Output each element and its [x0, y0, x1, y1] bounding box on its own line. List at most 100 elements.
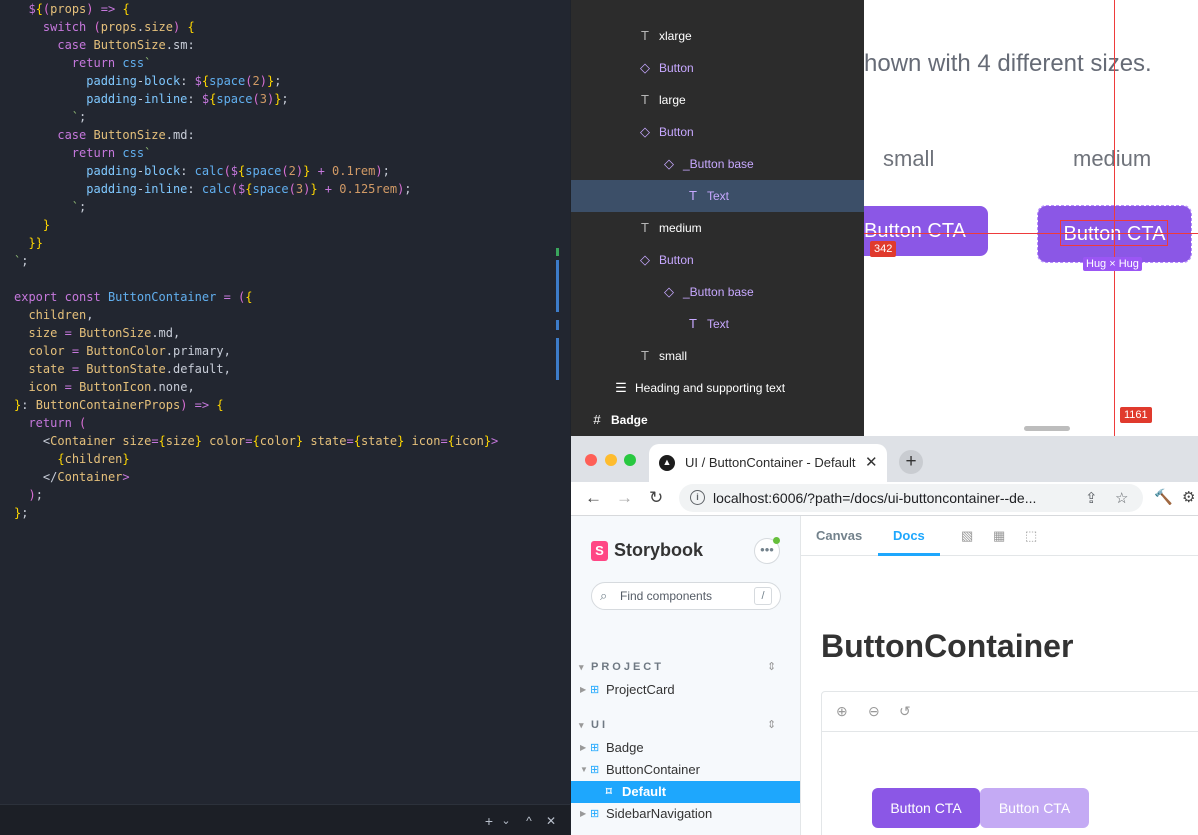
code-line[interactable]: children, [0, 306, 560, 324]
tab-title: UI / ButtonContainer - Default [685, 455, 856, 470]
code-line[interactable]: }} [0, 234, 560, 252]
canvas-heading-text: hown with 4 different sizes. [864, 50, 1152, 77]
code-line[interactable]: size = ButtonSize.md, [0, 324, 560, 342]
code-line[interactable]: ); [0, 486, 560, 504]
code-line[interactable]: return ( [0, 414, 560, 432]
minimize-window-button[interactable] [605, 454, 617, 466]
page-title: ButtonContainer [821, 628, 1074, 664]
tab-docs[interactable]: Docs [878, 516, 940, 556]
code-line[interactable]: export const ButtonContainer = ({ [0, 288, 560, 306]
expand-collapse-icon[interactable]: ⇕ [767, 660, 776, 673]
layer-row[interactable]: ◇ Button [571, 52, 864, 84]
reload-icon[interactable]: ↻ [649, 488, 663, 508]
canvas-scrollbar[interactable] [1024, 426, 1070, 431]
tab-canvas[interactable]: Canvas [816, 516, 862, 556]
layer-row[interactable]: T Text [571, 308, 864, 340]
component-icon: ⊞ [590, 764, 600, 776]
code-line[interactable]: `; [0, 252, 560, 270]
code-line[interactable]: padding-block: calc(${space(2)} + 0.1rem… [0, 162, 560, 180]
code-line[interactable]: color = ButtonColor.primary, [0, 342, 560, 360]
search-input[interactable] [620, 587, 750, 605]
browser-tab-bar: ▲ UI / ButtonContainer - Default ✕ + [571, 436, 1198, 482]
share-icon[interactable]: ⇪ [1085, 489, 1098, 507]
layer-row[interactable]: ☰ Heading and supporting text [571, 372, 864, 404]
layer-row[interactable]: ◇ Button [571, 116, 864, 148]
browser-tab[interactable]: ▲ UI / ButtonContainer - Default ✕ [649, 444, 887, 482]
address-bar[interactable]: i localhost:6006/?path=/docs/ui-buttonco… [679, 484, 1143, 512]
sidebar-item-label: SidebarNavigation [606, 806, 713, 821]
zoom-reset-icon[interactable]: ↺ [899, 703, 911, 720]
back-icon[interactable]: ← [585, 488, 602, 508]
sidebar-group-title[interactable]: ▾ UI [579, 719, 608, 731]
layer-label: Text [707, 317, 730, 331]
code-editor[interactable]: ${(props) => { switch (props.size) { cas… [0, 0, 570, 835]
code-line[interactable]: padding-inline: ${space(3)}; [0, 90, 560, 108]
code-line[interactable]: case ButtonSize.sm: [0, 36, 560, 54]
forward-icon[interactable]: → [616, 488, 633, 508]
code-line[interactable]: return css` [0, 144, 560, 162]
maximize-window-button[interactable] [624, 454, 636, 466]
layer-row[interactable]: ◇ Button [571, 244, 864, 276]
code-line[interactable]: ${(props) => { [0, 0, 560, 18]
story-icon: ⌑ [606, 786, 612, 798]
code-line[interactable] [0, 270, 560, 288]
figma-layers-panel[interactable]: Txlarge ◇ Button Tlarge ◇ Button ◇ _Button base… [571, 0, 864, 436]
layer-row[interactable]: # Badge [571, 404, 864, 436]
code-line[interactable]: padding-inline: calc(${space(3)} + 0.125… [0, 180, 560, 198]
settings-gear-icon[interactable]: ⚙ [1182, 488, 1195, 506]
outline-icon[interactable]: ⬚ [1025, 528, 1037, 544]
code-line[interactable]: </Container> [0, 468, 560, 486]
code-line[interactable]: <Container size={size} color={color} sta… [0, 432, 560, 450]
sidebar-group-title[interactable]: ▾ PROJECT [579, 661, 664, 673]
grid-icon[interactable]: ▦ [993, 528, 1005, 544]
image-icon[interactable]: ▧ [961, 528, 973, 544]
bookmark-star-icon[interactable]: ☆ [1115, 489, 1128, 507]
code-line[interactable]: }: ButtonContainerProps) => { [0, 396, 560, 414]
sidebar-item[interactable]: ▶ ⊞ Badge [571, 737, 800, 759]
layer-label: Text [707, 189, 730, 203]
layer-row[interactable]: Txlarge [571, 20, 864, 52]
layer-row[interactable]: Tmedium [571, 212, 864, 244]
close-window-button[interactable] [585, 454, 597, 466]
code-line[interactable]: `; [0, 108, 560, 126]
close-icon[interactable]: ✕ [541, 811, 561, 831]
new-tab-button[interactable]: + [899, 450, 923, 474]
search-box[interactable]: ⌕ / [591, 582, 781, 610]
layer-row[interactable]: ◇ _Button base [571, 276, 864, 308]
code-line[interactable]: return css` [0, 54, 560, 72]
layer-row[interactable]: ◇ _Button base [571, 148, 864, 180]
sidebar-item[interactable]: ⌑ Default [571, 781, 800, 803]
code-line[interactable]: switch (props.size) { [0, 18, 560, 36]
chevron-right-icon: ▶ [580, 685, 587, 694]
site-info-icon[interactable]: i [690, 490, 705, 505]
size-label-medium: medium [1073, 146, 1152, 171]
preview-button-secondary[interactable]: Button CTA [980, 788, 1089, 828]
code-content[interactable]: ${(props) => { switch (props.size) { cas… [0, 0, 560, 522]
preview-button-primary[interactable]: Button CTA [872, 788, 980, 828]
code-line[interactable]: padding-block: ${space(2)}; [0, 72, 560, 90]
expand-collapse-icon[interactable]: ⇕ [767, 718, 776, 731]
layer-row[interactable]: T Text [571, 180, 864, 212]
chevron-up-icon[interactable]: ^ [519, 811, 539, 831]
code-line[interactable]: `; [0, 198, 560, 216]
zoom-in-icon[interactable]: ⊕ [836, 703, 848, 720]
tab-close-icon[interactable]: ✕ [865, 453, 878, 471]
layer-row[interactable]: Tlarge [571, 84, 864, 116]
text-icon: T [689, 188, 697, 203]
sidebar-item[interactable]: ▶ ⊞ ProjectCard [571, 679, 800, 701]
layer-row[interactable]: Tsmall [571, 340, 864, 372]
code-line[interactable]: } [0, 216, 560, 234]
code-line[interactable]: {children} [0, 450, 560, 468]
zoom-out-icon[interactable]: ⊖ [868, 703, 880, 720]
sidebar-item[interactable]: ▶ ⊞ SidebarNavigation [571, 803, 800, 825]
code-line[interactable]: state = ButtonState.default, [0, 360, 560, 378]
extension-icon[interactable]: 🔨 [1154, 488, 1173, 506]
code-line[interactable]: icon = ButtonIcon.none, [0, 378, 560, 396]
sidebar-item[interactable]: ▼ ⊞ ButtonContainer [571, 759, 800, 781]
chevron-down-icon[interactable]: ⌄ [496, 811, 516, 831]
code-line[interactable]: }; [0, 504, 560, 522]
layer-label: large [659, 93, 686, 107]
figma-canvas[interactable]: hown with 4 different sizes. small mediu… [864, 0, 1198, 436]
component-icon: ◇ [640, 252, 650, 267]
code-line[interactable]: case ButtonSize.md: [0, 126, 560, 144]
